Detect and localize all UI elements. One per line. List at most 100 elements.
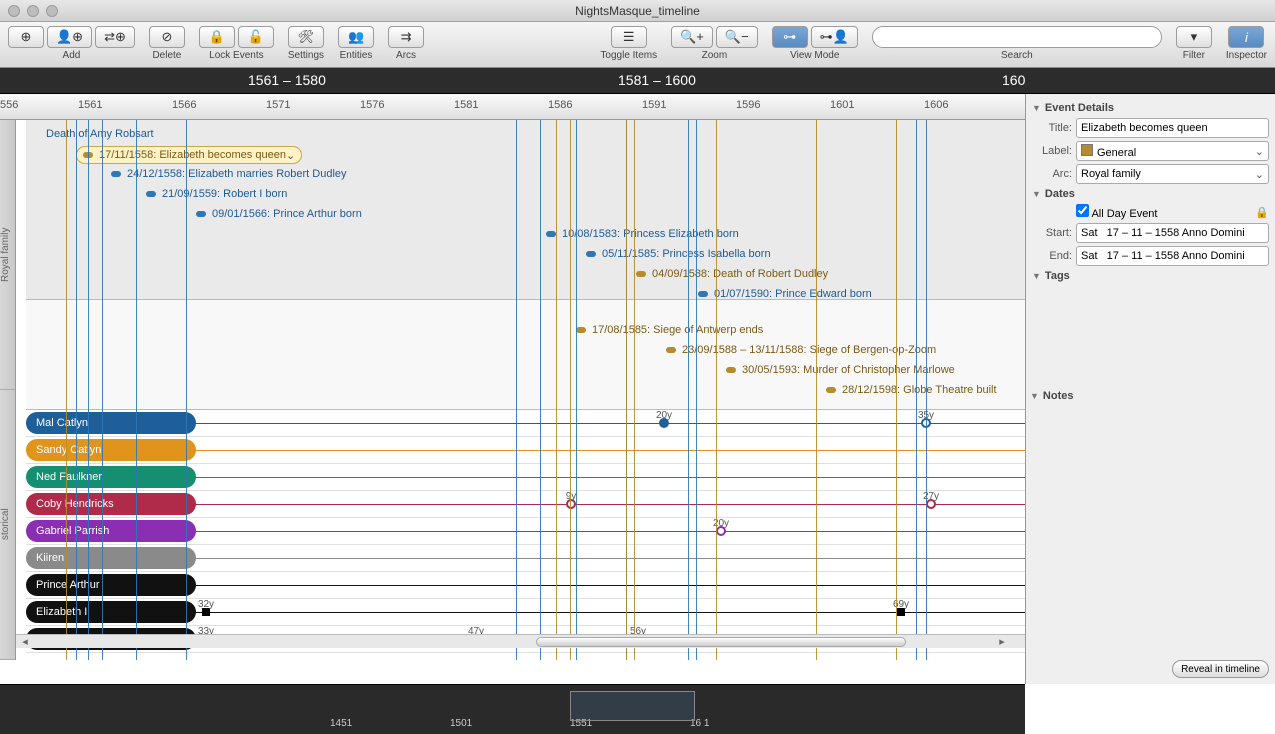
- zoom-out-button[interactable]: 🔍−: [716, 26, 758, 48]
- scroll-thumb[interactable]: [536, 637, 906, 647]
- view-mode-timeline-button[interactable]: ⊶: [772, 26, 808, 48]
- delete-button[interactable]: ⊘: [149, 26, 185, 48]
- timeline-event[interactable]: 24/12/1558: Elizabeth marries Robert Dud…: [111, 166, 347, 182]
- overview-strip[interactable]: 14511501155116 1: [0, 684, 1025, 734]
- add-event-button[interactable]: ⊕: [8, 26, 44, 48]
- gridline: [716, 120, 717, 660]
- timeline-event[interactable]: Death of Amy Robsart: [46, 126, 154, 142]
- add-entity-button[interactable]: 👤⊕: [47, 26, 92, 48]
- gridline: [186, 120, 187, 660]
- year-tick: 1566: [172, 99, 196, 111]
- entity-pill[interactable]: Ned Faulkner: [26, 466, 196, 488]
- age-label: 20y: [656, 410, 672, 421]
- gridline: [688, 120, 689, 660]
- inspector-header-dates[interactable]: Dates: [1032, 188, 1269, 200]
- year-tick: 1581: [454, 99, 478, 111]
- event-label: 17/11/1558: Elizabeth becomes queen: [99, 149, 286, 161]
- view-mode-entity-button[interactable]: ⊶👤: [811, 26, 858, 48]
- arc-label: Arc:: [1032, 168, 1072, 180]
- toolbar-label-lock: Lock Events: [209, 50, 263, 61]
- reveal-button[interactable]: Reveal in timeline: [1172, 660, 1269, 678]
- decade-label: 1561 – 1580: [248, 72, 326, 88]
- inspector-header-tags[interactable]: Tags: [1032, 270, 1269, 282]
- year-tick: 1601: [830, 99, 854, 111]
- year-tick: 1606: [924, 99, 948, 111]
- zoom-in-button[interactable]: 🔍+: [671, 26, 713, 48]
- gridline: [634, 120, 635, 660]
- toolbar-label-entities: Entities: [340, 50, 373, 61]
- gridline: [916, 120, 917, 660]
- start-label: Start:: [1032, 227, 1072, 239]
- entity-pill[interactable]: Prince Arthur: [26, 574, 196, 596]
- timeline-event[interactable]: 09/01/1566: Prince Arthur born: [196, 206, 362, 222]
- entities-button[interactable]: 👥: [338, 26, 374, 48]
- toolbar-label-filter: Filter: [1183, 50, 1205, 61]
- inspector-button[interactable]: i: [1228, 26, 1264, 48]
- scroll-left-icon[interactable]: ◂: [18, 635, 32, 648]
- horizontal-scrollbar[interactable]: ◂ ▸: [16, 634, 1025, 648]
- end-label: End:: [1032, 250, 1072, 262]
- decade-label: 160: [1002, 72, 1025, 88]
- inspector-header-event[interactable]: Event Details: [1032, 102, 1269, 114]
- gridline: [66, 120, 67, 660]
- timeline-event[interactable]: 30/05/1593: Murder of Christopher Marlow…: [726, 362, 955, 378]
- title-field[interactable]: [1076, 118, 1269, 138]
- gridline: [102, 120, 103, 660]
- event-label: 30/05/1593: Murder of Christopher Marlow…: [742, 364, 955, 376]
- toggle-items-button[interactable]: ☰: [611, 26, 647, 48]
- overview-tick: 1451: [330, 718, 352, 729]
- search-input[interactable]: [872, 26, 1162, 48]
- overview-window[interactable]: [570, 691, 695, 721]
- timeline-event[interactable]: 17/08/1585: Siege of Antwerp ends: [576, 322, 763, 338]
- gridline: [896, 120, 897, 660]
- gridline: [570, 120, 571, 660]
- allday-checkbox[interactable]: [1076, 204, 1089, 217]
- toolbar-label-search: Search: [1001, 50, 1033, 61]
- track-label-royal: Royal family: [0, 120, 15, 390]
- timeline-event[interactable]: 10/08/1583: Princess Elizabeth born: [546, 226, 739, 242]
- gridline: [926, 120, 927, 660]
- unlock-button[interactable]: 🔓: [238, 26, 274, 48]
- toolbar-label-zoom: Zoom: [702, 50, 728, 61]
- arcs-button[interactable]: ⇉: [388, 26, 424, 48]
- year-tick: 1561: [78, 99, 102, 111]
- entity-pill[interactable]: Gabriel Parrish: [26, 520, 196, 542]
- label-label: Label:: [1032, 145, 1072, 157]
- titlebar: NightsMasque_timeline: [0, 0, 1275, 22]
- toolbar-label-arcs: Arcs: [396, 50, 416, 61]
- timeline-event[interactable]: 05/11/1585: Princess Isabella born: [586, 246, 771, 262]
- entity-pill[interactable]: Sandy Catlyn: [26, 439, 196, 461]
- settings-button[interactable]: 🛠: [288, 26, 324, 48]
- timeline-event[interactable]: 21/09/1559: Robert I born: [146, 186, 287, 202]
- event-label: 23/09/1588 – 13/11/1588: Siege of Bergen…: [682, 344, 936, 356]
- inspector-header-notes[interactable]: Notes: [1030, 390, 1269, 402]
- entity-pill[interactable]: Mal Catlyn: [26, 412, 196, 434]
- entity-pill[interactable]: Kiiren: [26, 547, 196, 569]
- year-tick: 556: [0, 99, 18, 111]
- start-field[interactable]: [1076, 223, 1269, 243]
- scroll-right-icon[interactable]: ▸: [995, 635, 1009, 648]
- end-field[interactable]: [1076, 246, 1269, 266]
- lock-icon[interactable]: 🔒: [1255, 206, 1269, 219]
- event-label: 01/07/1590: Prince Edward born: [714, 288, 872, 300]
- timeline-event[interactable]: 28/12/1598: Globe Theatre built: [826, 382, 997, 398]
- toolbar-label-delete: Delete: [152, 50, 181, 61]
- toolbar-label-toggle: Toggle Items: [600, 50, 657, 61]
- label-select[interactable]: General: [1076, 141, 1269, 161]
- gridline: [626, 120, 627, 660]
- allday-label: All Day Event: [1091, 208, 1157, 220]
- event-label: 10/08/1583: Princess Elizabeth born: [562, 228, 739, 240]
- overview-tick: 1501: [450, 718, 472, 729]
- timeline-event[interactable]: 17/11/1558: Elizabeth becomes queen: [76, 146, 302, 164]
- inspector-panel: Event Details Title: Label: General Arc:…: [1025, 94, 1275, 684]
- add-arc-button[interactable]: ⇄⊕: [95, 26, 135, 48]
- entity-pill[interactable]: Coby Hendricks: [26, 493, 196, 515]
- age-label: 9y: [566, 491, 577, 502]
- event-label: Death of Amy Robsart: [46, 128, 154, 140]
- lock-button[interactable]: 🔒: [199, 26, 235, 48]
- filter-button[interactable]: ▾: [1176, 26, 1212, 48]
- timeline-event[interactable]: 04/09/1588: Death of Robert Dudley: [636, 266, 828, 282]
- arc-select[interactable]: Royal family: [1076, 164, 1269, 184]
- entity-pill[interactable]: Elizabeth I: [26, 601, 196, 623]
- gridline: [136, 120, 137, 660]
